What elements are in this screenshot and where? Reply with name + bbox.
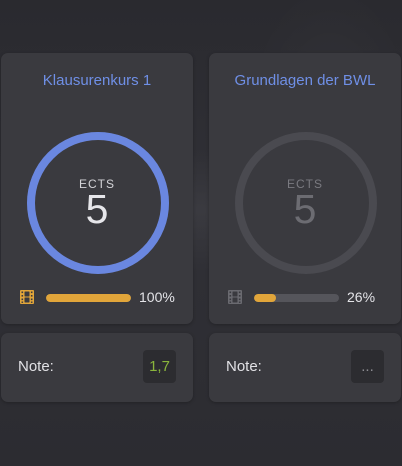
progress-bar — [46, 294, 131, 302]
note-label: Note: — [18, 358, 54, 375]
progress-bar — [254, 294, 339, 302]
progress-bar-fill — [254, 294, 277, 302]
note-label: Note: — [226, 358, 262, 375]
progress-percent: 26% — [347, 289, 376, 305]
note-card-klausurenkurs: Note: 1,7 — [1, 333, 193, 402]
film-icon — [227, 289, 243, 305]
film-icon — [19, 289, 35, 305]
course-card-klausurenkurs[interactable]: Klausurenkurs 1 ECTS 5 100% — [1, 53, 193, 324]
progress-bar-fill — [46, 294, 131, 302]
note-card-grundlagen-bwl: Note: ... — [209, 333, 401, 402]
grade-value[interactable]: ... — [351, 350, 384, 383]
grade-value[interactable]: 1,7 — [143, 350, 176, 383]
course-card-grundlagen-bwl[interactable]: Grundlagen der BWL ECTS 5 26% — [209, 53, 401, 324]
course-title[interactable]: Grundlagen der BWL — [209, 72, 401, 89]
progress-percent: 100% — [139, 289, 175, 305]
ects-value: 5 — [293, 186, 317, 232]
course-title[interactable]: Klausurenkurs 1 — [1, 72, 193, 89]
ects-value: 5 — [85, 186, 109, 232]
